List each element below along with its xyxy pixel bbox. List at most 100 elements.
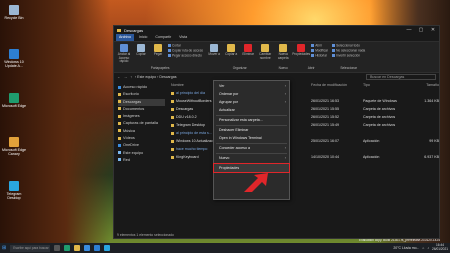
cell-type (363, 129, 411, 137)
cell-size (411, 121, 439, 129)
chevron-right-icon: › (284, 92, 286, 96)
desktop-icon[interactable]: Windows 10 Update A... (2, 49, 26, 68)
ribbon-button-label: Eliminar (242, 52, 254, 56)
nav-item[interactable]: Música (118, 128, 165, 135)
ribbon-button[interactable]: Copiar a (224, 44, 238, 57)
nav-item[interactable]: Descargas (118, 98, 165, 106)
ribbon-small-button[interactable]: Historial (311, 53, 328, 58)
menu-item[interactable]: Propiedades (213, 163, 290, 173)
cell-type: Aplicación (363, 155, 380, 159)
file-explorer-icon[interactable] (74, 245, 81, 251)
file-row[interactable]: MouseWithoutBorders 26/01/2021 16:53 Paque… (165, 97, 439, 105)
column-size[interactable]: Tamaño (411, 82, 439, 89)
desktop-icon[interactable]: Microsoft Edge (2, 93, 26, 108)
ribbon-button[interactable]: Cambiar nombre (258, 44, 272, 60)
ribbon-button-label: Nueva carpeta (277, 52, 289, 60)
file-row[interactable]: al principio de esta s... (165, 129, 439, 137)
close-button[interactable]: ✕ (427, 26, 439, 34)
menu-item-label: Nuevo (219, 156, 230, 160)
nav-item[interactable]: Este equipo (118, 150, 165, 157)
nav-item[interactable]: Escritorio (118, 91, 165, 98)
cell-date (311, 89, 363, 97)
volume-icon[interactable]: ♪ (427, 246, 429, 250)
file-row[interactable]: KingKeyboard 14/10/2020 10:44 Aplicación 6.… (165, 153, 439, 161)
column-type[interactable]: Tipo (363, 82, 411, 89)
nav-item[interactable]: Capturas de pantalla (118, 120, 165, 127)
menu-item[interactable]: Ver › (214, 82, 289, 90)
ribbon: Anclar al Acceso rápido Copiar Pegar Cortar… (114, 41, 439, 73)
nav-item[interactable]: Documentos (118, 106, 165, 113)
menu-item-label: Ordenar por (219, 92, 239, 96)
nav-item[interactable]: Acceso rápido (118, 84, 165, 91)
ribbon-small-button[interactable]: Invertir selección (332, 53, 365, 58)
chevron-right-icon: › (284, 146, 286, 150)
tab-archivo[interactable]: Archivo (116, 34, 134, 41)
menu-item[interactable]: Nuevo › (214, 154, 289, 162)
nav-item[interactable]: Imágenes (118, 113, 165, 120)
edge-icon[interactable] (64, 245, 71, 251)
minimize-button[interactable]: — (403, 26, 415, 34)
folder-icon (117, 28, 121, 32)
cell-size (411, 145, 439, 153)
taskbar: ⊞ Escribe aquí para buscar 20°C Lluvia m… (0, 243, 450, 253)
windows-start-icon[interactable]: ⊞ (2, 245, 6, 251)
desktop-icon[interactable]: Telegram Desktop (2, 181, 26, 200)
file-row[interactable]: DDU v18.0.2 26/01/2021 15:52 Carpeta de ar… (165, 113, 439, 121)
ribbon-icon (120, 44, 128, 52)
ribbon-button[interactable]: Copiar (134, 44, 148, 57)
nav-item[interactable]: Vídeos (118, 135, 165, 142)
ribbon-icon (297, 44, 306, 52)
ribbon-group-label: Portapapeles (150, 66, 170, 70)
file-row[interactable]: Windows 10 Actualización 25/01/2021 16:07… (165, 137, 439, 145)
app-icon (9, 181, 19, 191)
maximize-button[interactable]: ▢ (415, 26, 427, 34)
file-row[interactable]: Descargas 26/01/2021 15:55 Carpeta de arch… (165, 105, 439, 113)
menu-item[interactable]: Ordenar por › (214, 90, 289, 98)
menu-item-label: Propiedades (219, 166, 240, 170)
desktop-icon[interactable]: Recycle Bin (2, 5, 26, 20)
column-date[interactable]: Fecha de modificación (311, 82, 363, 89)
nav-item[interactable]: Red (118, 157, 165, 164)
telegram-icon[interactable] (104, 245, 111, 251)
file-row[interactable]: al principio del día (165, 89, 439, 97)
menu-item[interactable]: Agrupar por › (214, 98, 289, 106)
up-icon[interactable]: ↑ (130, 75, 132, 79)
menu-item[interactable]: Conceder acceso a › (214, 144, 289, 152)
nav-item[interactable]: OneDrive (118, 142, 165, 149)
ribbon-group-label: Abrir (307, 66, 315, 70)
cell-size (411, 89, 439, 97)
ribbon-icon (154, 44, 162, 52)
weather-widget[interactable]: 20°C Lluvia mo... (393, 246, 419, 250)
desktop-icon[interactable]: Microsoft Edge Canary (2, 137, 26, 156)
mail-icon[interactable] (94, 245, 101, 251)
back-icon[interactable]: ← (117, 75, 121, 79)
ribbon-small-button[interactable]: Pegar acceso directo (168, 53, 203, 58)
ribbon-button[interactable]: Pegar (151, 44, 165, 57)
network-icon[interactable]: ⌂ (422, 246, 424, 250)
file-row[interactable]: hace mucho tiempo (165, 145, 439, 153)
address-path[interactable]: › Este equipo › Descargas (135, 75, 177, 79)
menu-item[interactable]: Open in Windows Terminal (214, 134, 289, 142)
title-bar[interactable]: Descargas — ▢ ✕ (114, 26, 439, 34)
clock[interactable]: 16:44 26/01/2021 (432, 244, 448, 251)
cell-size (411, 129, 439, 137)
file-row[interactable]: Telegram Desktop 26/01/2021 15:49 Carpeta … (165, 121, 439, 129)
ribbon-tabs: Archivo Inicio Compartir Vista (114, 34, 439, 41)
ribbon-button[interactable]: Mover a (207, 44, 221, 57)
menu-item[interactable]: Actualizar (214, 106, 289, 114)
store-icon[interactable] (84, 245, 91, 251)
taskbar-search[interactable]: Escribe aquí para buscar (10, 244, 51, 252)
task-view-icon[interactable] (54, 245, 61, 251)
tab-inicio[interactable]: Inicio (136, 34, 150, 41)
search-input[interactable]: Buscar en Descargas (366, 74, 436, 80)
tab-compartir[interactable]: Compartir (152, 34, 174, 41)
menu-item[interactable]: Personalizar esta carpeta... (214, 116, 289, 124)
tab-vista[interactable]: Vista (176, 34, 190, 41)
ribbon-button[interactable]: Propiedades (292, 44, 310, 57)
ribbon-button[interactable]: Nueva carpeta (276, 44, 290, 60)
ribbon-group-label: Seleccionar (340, 66, 357, 70)
forward-icon[interactable]: → (124, 75, 128, 79)
ribbon-button[interactable]: Anclar al Acceso rápido (117, 44, 131, 64)
menu-item[interactable]: Deshacer Eliminar (214, 126, 289, 134)
ribbon-button[interactable]: Eliminar (241, 44, 255, 57)
